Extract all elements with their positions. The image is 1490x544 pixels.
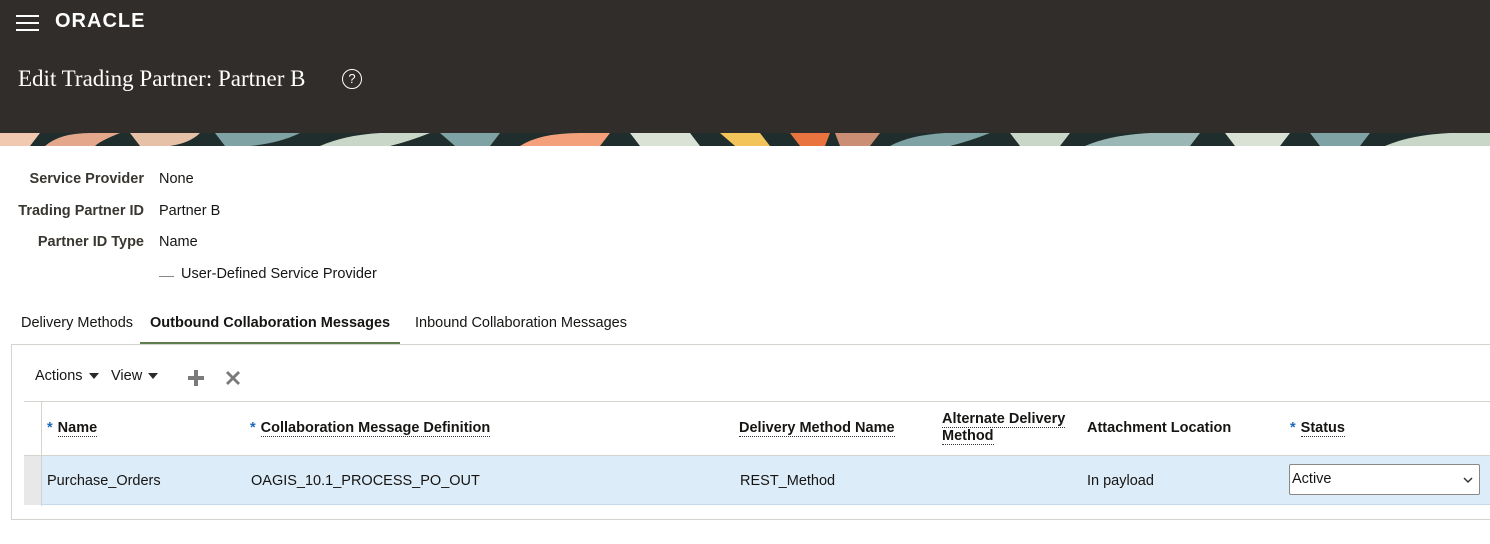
status-select-value: Active — [1292, 471, 1332, 487]
actions-menu[interactable]: Actions — [35, 368, 99, 384]
required-star-icon: * — [250, 420, 256, 436]
partner-id-type-value: Name — [159, 234, 198, 250]
user-defined-service-provider-label: User-Defined Service Provider — [181, 266, 377, 282]
caret-down-icon — [88, 373, 99, 380]
column-header-collaboration-message-definition[interactable]: * Collaboration Message Definition — [250, 420, 491, 437]
column-header-name[interactable]: * Name — [47, 420, 98, 437]
required-star-icon: * — [1290, 420, 1296, 436]
status-select[interactable]: Active — [1289, 464, 1480, 495]
required-star-icon: * — [47, 420, 53, 436]
view-menu[interactable]: View — [111, 368, 159, 384]
unchecked-indicator-icon — [159, 276, 174, 278]
tab-outbound-collaboration-messages[interactable]: Outbound Collaboration Messages — [140, 305, 401, 345]
help-icon[interactable]: ? — [342, 69, 362, 89]
service-provider-label: Service Provider — [29, 171, 144, 187]
partner-id-type-label: Partner ID Type — [37, 234, 144, 250]
trading-partner-id-label: Trading Partner ID — [18, 203, 144, 219]
column-header-delivery-method-name[interactable]: Delivery Method Name — [739, 420, 895, 437]
service-provider-value: None — [159, 171, 194, 187]
column-header-alternate-delivery-method[interactable]: Alternate Delivery Method — [942, 411, 1082, 445]
app-header: ORACLE Edit Trading Partner: Partner B ? — [0, 0, 1490, 133]
tab-inbound-collaboration-messages[interactable]: Inbound Collaboration Messages — [405, 305, 637, 345]
cell-name: Purchase_Orders — [47, 473, 161, 489]
cell-attachment-location: In payload — [1087, 473, 1154, 489]
actions-menu-label: Actions — [35, 368, 83, 384]
column-header-attachment-location[interactable]: Attachment Location — [1087, 420, 1231, 436]
user-defined-service-provider: User-Defined Service Provider — [159, 266, 377, 282]
table-row[interactable]: Purchase_Orders OAGIS_10.1_PROCESS_PO_OU… — [24, 456, 1490, 505]
view-menu-label: View — [111, 368, 143, 384]
hamburger-menu-icon[interactable] — [16, 14, 39, 32]
page-title: Edit Trading Partner: Partner B — [18, 66, 306, 91]
oracle-logo[interactable]: ORACLE — [55, 10, 145, 33]
tab-delivery-methods[interactable]: Delivery Methods — [11, 305, 143, 345]
decorative-banner — [0, 133, 1490, 146]
column-header-status[interactable]: * Status — [1290, 420, 1345, 437]
caret-down-icon — [148, 373, 159, 380]
close-icon[interactable] — [223, 368, 243, 388]
cell-collaboration-message-definition: OAGIS_10.1_PROCESS_PO_OUT — [251, 473, 480, 489]
trading-partner-id-value: Partner B — [159, 203, 221, 219]
table-top-border — [24, 401, 1490, 402]
chevron-down-icon — [1463, 473, 1473, 487]
row-header-cell[interactable] — [24, 456, 42, 505]
plus-icon[interactable] — [186, 368, 206, 388]
cell-delivery-method-name: REST_Method — [740, 473, 836, 489]
